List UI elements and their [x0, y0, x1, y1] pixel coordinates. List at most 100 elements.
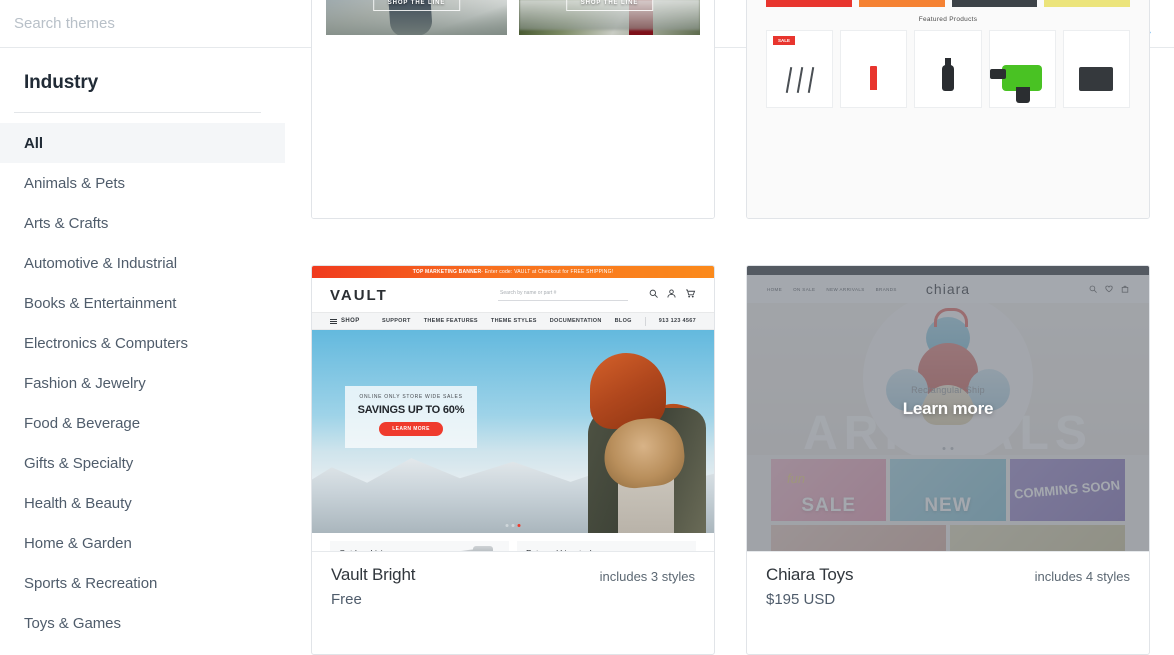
- category-tile-computing: Shop Computing: [766, 0, 852, 7]
- sidebar-item-fashion-jewelry[interactable]: Fashion & Jewelry: [0, 363, 285, 403]
- product-icon-sticks: [785, 67, 814, 93]
- nav-link-documentation: DOCUMENTATION: [549, 318, 602, 324]
- preview-category-row: Shop Computing Shop Cosmetics Shop Healt…: [747, 0, 1149, 7]
- sidebar-item-label: Sports & Recreation: [24, 574, 158, 592]
- sidebar-item-label: Automotive & Industrial: [24, 254, 178, 272]
- theme-card-footer: Vault Bright Free includes 3 styles: [312, 551, 714, 623]
- theme-price: $195 USD: [766, 591, 836, 608]
- industry-sidebar: Industry All Animals & Pets Arts & Craft…: [0, 48, 285, 646]
- hero-kicker: ONLINE ONLY STORE WIDE SALES: [359, 394, 463, 400]
- sidebar-item-label: Home & Garden: [24, 534, 132, 552]
- sidebar-item-health-beauty[interactable]: Health & Beauty: [0, 483, 285, 523]
- store-nav-links: SUPPORT THEME FEATURES THEME STYLES DOCU…: [382, 316, 696, 326]
- product-icon-box: [1079, 67, 1114, 91]
- featured-products-heading: Featured Products: [918, 16, 978, 23]
- tile-button: SHOP THE LINE: [565, 0, 654, 11]
- theme-card-chiara-toys[interactable]: HOME ON SALE NEW ARRIVALS BRANDS chiara: [746, 265, 1150, 655]
- sidebar-item-label: Books & Entertainment: [24, 294, 177, 312]
- nav-link-theme-styles: THEME STYLES: [490, 318, 537, 324]
- theme-card-footer: Chiara Toys $195 USD includes 4 styles: [747, 551, 1149, 623]
- product-tile-box: [1062, 30, 1131, 108]
- preview-store-header: VAULT Search by name or part #: [312, 278, 714, 312]
- cart-icon: [686, 289, 696, 298]
- sidebar-item-all[interactable]: All: [0, 123, 285, 163]
- sidebar-title: Industry: [24, 72, 99, 93]
- sidebar-item-label: All: [24, 134, 44, 152]
- theme-card-vault-bright[interactable]: TOP MARKETING BANNER - Enter code: VAULT…: [311, 265, 715, 655]
- theme-styles-count: includes 4 styles: [1034, 569, 1130, 584]
- hamburger-icon: [330, 318, 337, 324]
- sale-badge: SALE: [773, 36, 796, 45]
- sidebar-item-automotive-industrial[interactable]: Automotive & Industrial: [0, 243, 285, 283]
- preview-product-row: SALE: [747, 30, 1149, 108]
- sidebar-item-label: Gifts & Specialty: [24, 454, 134, 472]
- tile-button: SHOP THE LINE: [372, 0, 461, 11]
- theme-price: Free: [331, 591, 362, 608]
- nav-link-blog: BLOG: [614, 318, 632, 324]
- theme-card-camden-marketplace[interactable]: Shop Computing Shop Cosmetics Shop Healt…: [746, 0, 1150, 219]
- search-icon: [649, 289, 658, 298]
- preview-tile-backpacks: BACKPACKS SHOP THE LINE: [326, 0, 507, 35]
- product-icon-lipstick: [870, 66, 878, 90]
- sidebar-item-label: Food & Beverage: [24, 414, 140, 432]
- store-header-icons: [649, 289, 696, 298]
- preview-hero: ONLINE ONLY STORE WIDE SALES SAVINGS UP …: [312, 330, 714, 533]
- sidebar-item-label: Toys & Games: [24, 614, 121, 632]
- category-tile-cosmetics: Shop Cosmetics: [858, 0, 945, 7]
- sidebar-item-label: Arts & Crafts: [24, 214, 109, 232]
- preview-top-banner: TOP MARKETING BANNER - Enter code: VAULT…: [312, 266, 714, 278]
- card-hover-overlay[interactable]: Learn more: [747, 266, 1149, 551]
- sidebar-item-electronics-computers[interactable]: Electronics & Computers: [0, 323, 285, 363]
- nav-link-support: SUPPORT: [382, 318, 411, 324]
- sidebar-item-toys-games[interactable]: Toys & Games: [0, 603, 285, 643]
- learn-more-label: Learn more: [902, 398, 994, 418]
- account-icon: [667, 289, 676, 298]
- hero-heading: SAVINGS UP TO 60%: [357, 404, 465, 416]
- product-tile-drill: [988, 30, 1056, 108]
- theme-preview-chiara-toys: HOME ON SALE NEW ARRIVALS BRANDS chiara: [747, 266, 1149, 551]
- sidebar-item-food-beverage[interactable]: Food & Beverage: [0, 403, 285, 443]
- preview-promo-row: Outdoor Living New Arrivals in Accessori…: [312, 533, 714, 551]
- sidebar-item-label: Animals & Pets: [24, 174, 126, 192]
- shop-menu-button: SHOP: [330, 318, 360, 324]
- sidebar-item-sports-recreation[interactable]: Sports & Recreation: [0, 563, 285, 603]
- sidebar-divider: [14, 112, 261, 113]
- store-phone: 913 123 4567: [658, 318, 696, 324]
- sidebar-item-gifts-specialty[interactable]: Gifts & Specialty: [0, 443, 285, 483]
- promo-outdoor-living: Outdoor Living New Arrivals in Accessori…: [330, 541, 509, 551]
- theme-preview-roots-original: BACKPACKS SHOP THE LINE WATERBOTTLES SHO…: [312, 0, 714, 218]
- preview-tile-waterbottles: WATERBOTTLES SHOP THE LINE: [519, 0, 700, 35]
- nav-divider: [644, 316, 646, 326]
- product-tile-sticks: SALE: [766, 30, 834, 108]
- preview-store-nav: SHOP SUPPORT THEME FEATURES THEME STYLES…: [312, 312, 714, 330]
- category-tile-health-beauty: Shop Health and Beauty: [951, 0, 1038, 7]
- hero-promo-card: ONLINE ONLY STORE WIDE SALES SAVINGS UP …: [345, 386, 477, 448]
- banner-text: - Enter code: VAULT at Checkout for FREE…: [481, 269, 614, 275]
- theme-styles-count: includes 3 styles: [599, 569, 695, 584]
- product-tile-bottle: [914, 30, 982, 108]
- sidebar-item-label: Health & Beauty: [24, 494, 132, 512]
- hero-carousel-dots: [505, 524, 521, 527]
- theme-card-roots-original[interactable]: BACKPACKS SHOP THE LINE WATERBOTTLES SHO…: [311, 0, 715, 219]
- theme-grid: BACKPACKS SHOP THE LINE WATERBOTTLES SHO…: [311, 0, 1174, 655]
- store-logo: VAULT: [330, 286, 388, 304]
- hero-learn-more-button: LEARN MORE: [379, 422, 443, 436]
- product-tile-lipstick: [840, 30, 908, 108]
- sidebar-item-books-entertainment[interactable]: Books & Entertainment: [0, 283, 285, 323]
- sidebar-item-label: Fashion & Jewelry: [24, 374, 146, 392]
- store-search-field: Search by name or part #: [498, 290, 628, 301]
- sidebar-item-animals-pets[interactable]: Animals & Pets: [0, 163, 285, 203]
- nav-link-theme-features: THEME FEATURES: [423, 318, 478, 324]
- sidebar-item-label: Electronics & Computers: [24, 334, 188, 352]
- hero-model-photo: [554, 330, 714, 533]
- theme-preview-vault-bright: TOP MARKETING BANNER - Enter code: VAULT…: [312, 266, 714, 551]
- sidebar-item-arts-crafts[interactable]: Arts & Crafts: [0, 203, 285, 243]
- banner-prefix: TOP MARKETING BANNER: [412, 269, 482, 275]
- shop-label: SHOP: [341, 318, 360, 324]
- theme-preview-camden-marketplace: Shop Computing Shop Cosmetics Shop Healt…: [747, 0, 1149, 218]
- promo-pets-livestock: Pets and Livestock New Arrivals in All T…: [517, 541, 696, 551]
- sidebar-item-home-garden[interactable]: Home & Garden: [0, 523, 285, 563]
- product-icon-drill: [990, 65, 1043, 103]
- product-icon-bottle: [942, 58, 954, 91]
- category-tile-sports-nutrition: Shop Sports Nutrition: [1044, 0, 1130, 7]
